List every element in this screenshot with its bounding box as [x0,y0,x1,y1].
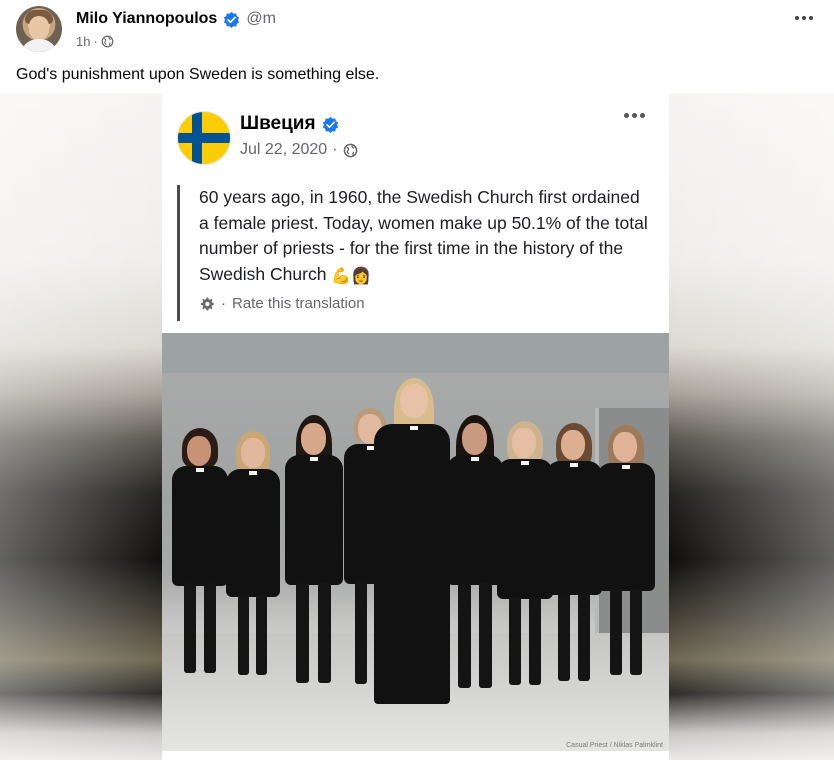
author-row: Milo Yiannopoulos @m [76,8,276,30]
meta-separator: · [93,34,98,49]
attached-image[interactable]: Швеция Jul 22, 2020 · 60 years ago, in 1… [0,93,834,760]
author-handle[interactable]: @m [246,10,276,28]
rate-translation-label: Rate this translation [232,295,365,312]
verified-badge-icon [322,116,338,133]
more-options-icon [795,16,799,20]
globe-icon[interactable] [101,35,114,48]
photo-credit: Casual Priest / Niklas Palmklint [566,742,663,749]
priest-figure [222,431,284,679]
priest-figure [170,428,230,678]
post-header: Milo Yiannopoulos @m 1h · [0,0,834,60]
post-time[interactable]: 1h [76,34,90,49]
quote-text: 60 years ago, in 1960, the Swedish Churc… [199,185,649,287]
embedded-date: Jul 22, 2020 [240,141,328,158]
embedded-more-options-icon [624,113,645,118]
priest-figure-center [370,378,454,708]
priest-figure [594,425,658,680]
verified-badge-icon [224,11,240,28]
embedded-page-name: Швеция [240,113,316,134]
embedded-meta: Jul 22, 2020 · [240,141,358,159]
author-avatar[interactable] [16,6,62,52]
priest-figure [282,415,346,687]
embedded-post-header: Швеция Jul 22, 2020 · [162,93,669,173]
post-more-options-button[interactable] [790,6,818,30]
translation-dot: · [221,295,226,312]
post-meta: 1h · [76,34,114,49]
rate-translation-row: · Rate this translation [199,295,365,312]
author-name[interactable]: Milo Yiannopoulos [76,10,217,28]
sweden-flag-avatar [177,111,231,165]
priests-group-photo: Casual Priest / Niklas Palmklint [162,333,669,751]
embedded-post-screenshot: Швеция Jul 22, 2020 · 60 years ago, in 1… [162,93,669,760]
quote-body: 60 years ago, in 1960, the Swedish Churc… [199,187,648,284]
post-text: God's punishment upon Sweden is somethin… [16,66,380,83]
gear-icon [200,297,214,310]
embedded-meta-separator: · [332,141,338,158]
translated-quote: 60 years ago, in 1960, the Swedish Churc… [177,185,650,321]
embedded-name-row: Швеция [240,113,339,135]
globe-icon [343,143,357,157]
flexed-biceps-and-woman-emoji: 💪👩 [331,267,372,285]
